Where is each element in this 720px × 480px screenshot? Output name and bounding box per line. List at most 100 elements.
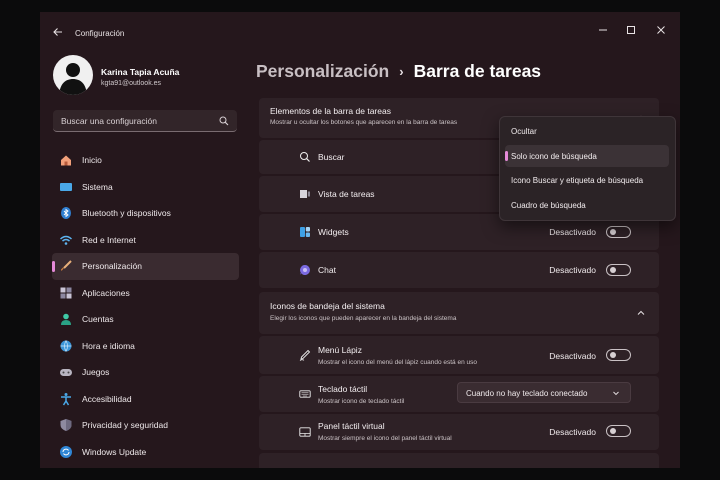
sidebar-item-juegos[interactable]: Juegos: [52, 359, 239, 386]
toggle-knob: [610, 428, 616, 434]
sidebar-item-label: Juegos: [82, 367, 110, 378]
dropdown-option-solo-icono[interactable]: Solo icono de búsqueda: [505, 145, 669, 167]
sidebar-item-label: Sistema: [82, 181, 113, 192]
setting-description: Mostrar el icono del menú del lápiz cuan…: [318, 359, 477, 366]
dropdown-option-label: Ocultar: [511, 127, 537, 136]
selection-indicator: [505, 151, 508, 161]
minimize-button[interactable]: [593, 22, 613, 38]
sidebar-item-label: Inicio: [82, 155, 102, 166]
shield-icon: [59, 418, 73, 432]
setting-label: Menú Lápiz: [318, 345, 362, 355]
setting-label: Teclado táctil: [318, 384, 368, 394]
selection-indicator: [52, 261, 55, 272]
sidebar-item-hora[interactable]: Hora e idioma: [52, 333, 239, 360]
title-bar: Configuración: [40, 12, 680, 52]
toggle-state-text: Desactivado: [549, 427, 596, 437]
dropdown-option-label: Solo icono de búsqueda: [511, 152, 597, 161]
user-silhouette-icon: [59, 63, 87, 95]
sidebar-item-windows-update[interactable]: Windows Update: [52, 439, 239, 466]
dropdown-option-label: Icono Buscar y etiqueta de búsqueda: [511, 176, 644, 185]
setting-description: Mostrar icono de teclado táctil: [318, 398, 405, 405]
section-title: Iconos de bandeja del sistema: [270, 301, 385, 311]
toggle-state-text: Desactivado: [549, 227, 596, 237]
sidebar-item-label: Bluetooth y dispositivos: [82, 208, 171, 219]
toggle-knob: [610, 352, 616, 358]
sidebar-item-privacidad[interactable]: Privacidad y seguridad: [52, 412, 239, 439]
search-placeholder: Buscar una configuración: [61, 116, 157, 126]
dropdown-option-ocultar[interactable]: Ocultar: [505, 120, 669, 142]
pen-icon: [299, 349, 311, 361]
sidebar-item-bluetooth[interactable]: Bluetooth y dispositivos: [52, 200, 239, 227]
sidebar-nav: Inicio Sistema Bluetooth y dispositivos …: [52, 147, 239, 465]
sidebar-item-label: Red e Internet: [82, 234, 136, 245]
touchpad-icon: [299, 426, 311, 438]
gamepad-icon: [59, 365, 73, 379]
search-icon[interactable]: [219, 116, 229, 126]
account-icon: [59, 312, 73, 326]
close-icon: [657, 26, 665, 34]
user-email: kgta91@outlook.es: [101, 80, 162, 87]
section-title: Elementos de la barra de tareas: [270, 106, 391, 116]
setting-label: Buscar: [318, 152, 345, 162]
sidebar-item-label: Hora e idioma: [82, 340, 135, 351]
sidebar-item-aplicaciones[interactable]: Aplicaciones: [52, 280, 239, 307]
keyboard-icon: [299, 388, 311, 400]
dropdown-option-icono-y-etiqueta[interactable]: Icono Buscar y etiqueta de búsqueda: [505, 169, 669, 191]
accessibility-icon: [59, 392, 73, 406]
close-button[interactable]: [651, 22, 671, 38]
home-icon: [59, 153, 73, 167]
sidebar-item-label: Privacidad y seguridad: [82, 420, 168, 431]
settings-window: Configuración Karina Tapia Acuña kgta91@…: [40, 12, 680, 468]
tray-icons-header[interactable]: Iconos de bandeja del sistema Elegir los…: [259, 292, 659, 334]
sidebar-item-sistema[interactable]: Sistema: [52, 174, 239, 201]
pen-menu-toggle[interactable]: [606, 349, 631, 361]
chat-icon: [299, 264, 311, 276]
globe-icon: [59, 339, 73, 353]
setting-label: Panel táctil virtual: [318, 421, 385, 431]
setting-row-menu-lapiz: Menú Lápiz Mostrar el icono del menú del…: [259, 336, 659, 374]
touch-keyboard-select[interactable]: Cuando no hay teclado conectado: [457, 382, 631, 403]
dropdown-option-cuadro[interactable]: Cuadro de búsqueda: [505, 194, 669, 216]
toggle-knob: [610, 229, 616, 235]
sidebar-item-accesibilidad[interactable]: Accesibilidad: [52, 386, 239, 413]
chevron-up-icon[interactable]: [636, 308, 646, 318]
breadcrumb: Personalización › Barra de tareas: [256, 58, 541, 84]
minimize-icon: [599, 29, 607, 31]
toggle-state-text: Desactivado: [549, 265, 596, 275]
wifi-icon: [59, 233, 73, 247]
maximize-button[interactable]: [621, 22, 641, 38]
sidebar-item-label: Cuentas: [82, 314, 114, 325]
user-name: Karina Tapia Acuña: [101, 67, 180, 77]
brush-icon: [59, 259, 73, 273]
virtual-touchpad-toggle[interactable]: [606, 425, 631, 437]
setting-description: Mostrar siempre el icono del panel tácti…: [318, 435, 452, 442]
setting-row-panel-tactil: Panel táctil virtual Mostrar siempre el …: [259, 414, 659, 450]
widgets-icon: [299, 226, 311, 238]
sidebar-item-inicio[interactable]: Inicio: [52, 147, 239, 174]
chevron-down-icon: [613, 391, 619, 396]
avatar[interactable]: [53, 55, 93, 95]
breadcrumb-separator: ›: [399, 63, 404, 79]
sidebar-item-red[interactable]: Red e Internet: [52, 227, 239, 254]
breadcrumb-parent[interactable]: Personalización: [256, 61, 389, 82]
sidebar-item-label: Personalización: [82, 261, 143, 272]
setting-label: Chat: [318, 265, 336, 275]
system-icon: [59, 180, 73, 194]
setting-label: Vista de tareas: [318, 189, 375, 199]
back-arrow-icon[interactable]: [52, 26, 64, 38]
sidebar-item-cuentas[interactable]: Cuentas: [52, 306, 239, 333]
maximize-icon: [627, 26, 635, 34]
bluetooth-icon: [59, 206, 73, 220]
chat-toggle[interactable]: [606, 264, 631, 276]
apps-icon: [59, 286, 73, 300]
settings-search-input[interactable]: Buscar una configuración: [53, 110, 237, 132]
app-title: Configuración: [75, 29, 125, 38]
section-subtitle: Elegir los iconos que pueden aparecer en…: [270, 315, 457, 322]
update-icon: [59, 445, 73, 459]
sidebar-item-personalizacion[interactable]: Personalización: [52, 253, 239, 280]
task-view-icon: [299, 188, 311, 200]
dropdown-option-label: Cuadro de búsqueda: [511, 201, 586, 210]
widgets-toggle[interactable]: [606, 226, 631, 238]
setting-row-chat: Chat Desactivado: [259, 252, 659, 288]
select-value: Cuando no hay teclado conectado: [466, 389, 588, 398]
